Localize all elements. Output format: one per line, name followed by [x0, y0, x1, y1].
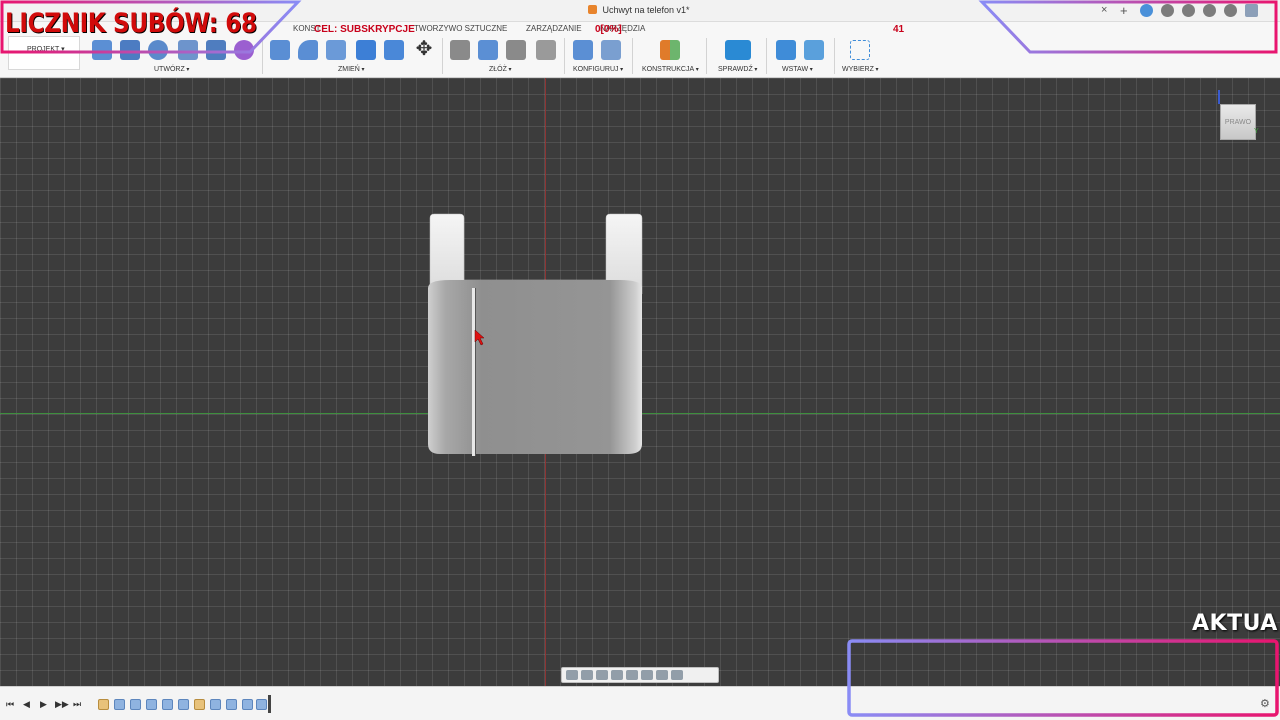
sub-counter-text: LICZNIK SUBÓW: 68	[5, 8, 257, 39]
overlay-frame-bottomright	[847, 639, 1279, 717]
overlay-frame-topright	[978, 0, 1278, 54]
goal-value: 0[0%]	[595, 24, 622, 35]
stream-overlay-frames	[0, 0, 1279, 717]
overlay-number: 41	[893, 24, 905, 35]
overlay-bottom-text: AKTUA	[1192, 611, 1278, 636]
goal-label: CEL: SUBSKRYPCJE	[314, 24, 415, 35]
